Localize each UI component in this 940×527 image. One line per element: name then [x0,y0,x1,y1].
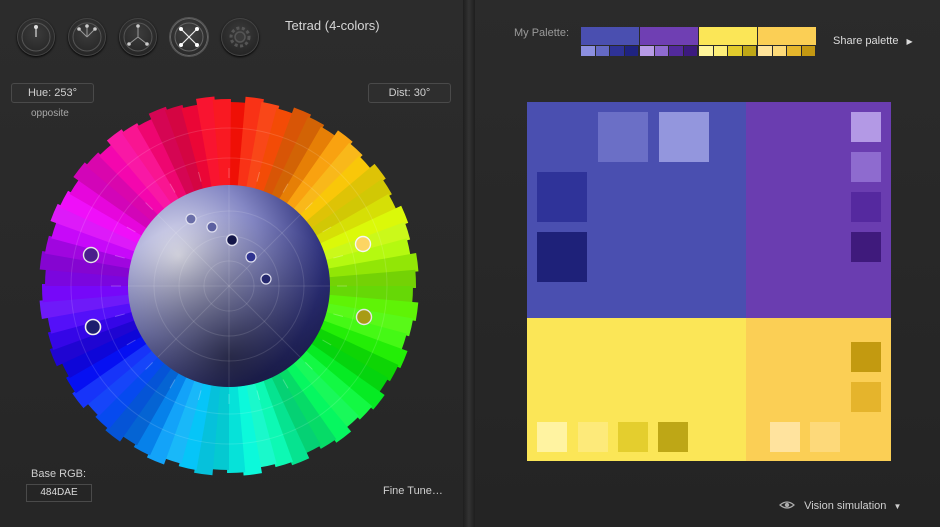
palette-strip[interactable] [581,27,816,56]
disc-marker[interactable] [245,251,257,263]
palette-sub-swatch[interactable] [742,46,756,56]
adjacent-mode-button[interactable] [68,18,106,56]
caret-down-icon: ▼ [893,502,902,511]
palette-color-column[interactable] [699,27,757,56]
palette-color-column[interactable] [581,27,639,56]
hue-marker[interactable] [82,246,100,264]
preview-swatch [810,422,840,452]
preview-swatch [658,422,688,452]
preview-swatch [618,422,648,452]
color-wheel-panel: Tetrad (4-colors) Hue: 253° Dist: 30° op… [0,0,463,527]
preview-swatch [578,422,608,452]
color-wheel[interactable] [35,93,425,483]
disc-marker[interactable] [260,273,272,285]
freestyle-mode-button[interactable] [221,18,259,56]
palette-sub-swatch[interactable] [595,46,609,56]
palette-sub-swatch[interactable] [787,46,801,56]
triad-mode-button[interactable] [119,18,157,56]
tetrad-mode-button[interactable] [170,18,208,56]
disc-grid [128,185,330,387]
mono-mode-button[interactable] [17,18,55,56]
palette-main-swatch[interactable] [699,27,757,45]
preview-swatch [537,172,587,222]
share-palette-button[interactable]: Share palette ▶ [833,35,913,47]
palette-sub-swatch[interactable] [699,46,713,56]
eye-icon [779,501,795,509]
base-rgb-input[interactable]: 484DAE [26,484,92,502]
palette-sub-swatch[interactable] [713,46,727,56]
palette-sub-swatch[interactable] [624,46,638,56]
palette-color-column[interactable] [758,27,816,56]
palette-sub-swatch[interactable] [640,46,654,56]
palette-sub-swatch[interactable] [654,46,668,56]
preview-swatch [537,422,567,452]
preview-swatch [770,422,800,452]
disc-marker[interactable] [185,213,197,225]
preview-swatch [851,192,881,222]
preview-swatch [598,112,648,162]
base-rgb-label: Base RGB: [31,468,87,480]
palette-sub-swatch[interactable] [772,46,786,56]
mono-mode-icon [21,22,51,52]
chevron-right-icon: ▶ [906,37,913,46]
preview-swatch [659,112,709,162]
palette-sub-swatch[interactable] [728,46,742,56]
pane-divider[interactable] [463,0,475,527]
palette-panel: My Palette: Share palette ▶ Vision simul [475,0,940,527]
preview-swatch [851,232,881,262]
my-palette-label: My Palette: [514,27,570,39]
tetrad-mode-icon [174,22,204,52]
palette-sub-swatch[interactable] [610,46,624,56]
preview-swatch [537,232,587,282]
palette-color-column[interactable] [640,27,698,56]
scheme-title: Tetrad (4-colors) [285,18,380,33]
preview-swatch [851,342,881,372]
hue-marker[interactable] [355,308,373,326]
gear-mode-icon [229,26,251,48]
share-palette-label: Share palette [833,35,899,47]
disc-marker[interactable] [206,221,218,233]
preview-swatch [851,382,881,412]
hue-marker-base[interactable] [84,318,102,336]
triad-mode-icon [123,22,153,52]
palette-main-swatch[interactable] [581,27,639,45]
vision-simulation-label: Vision simulation [804,500,887,512]
disc-marker-base[interactable] [225,233,239,247]
preview-swatch [851,112,881,142]
palette-sub-swatch[interactable] [581,46,595,56]
vision-simulation-menu[interactable]: Vision simulation ▼ [779,500,901,512]
palette-sub-swatch[interactable] [801,46,815,56]
fine-tune-link[interactable]: Fine Tune… [383,485,443,497]
palette-sub-swatch[interactable] [758,46,772,56]
adjacent-mode-icon [72,22,102,52]
palette-main-swatch[interactable] [640,27,698,45]
hue-marker[interactable] [354,235,372,253]
palette-main-swatch[interactable] [758,27,816,45]
preview-swatch [851,152,881,182]
palette-sub-swatch[interactable] [683,46,697,56]
palette-sub-swatch[interactable] [669,46,683,56]
color-preview [527,102,891,461]
